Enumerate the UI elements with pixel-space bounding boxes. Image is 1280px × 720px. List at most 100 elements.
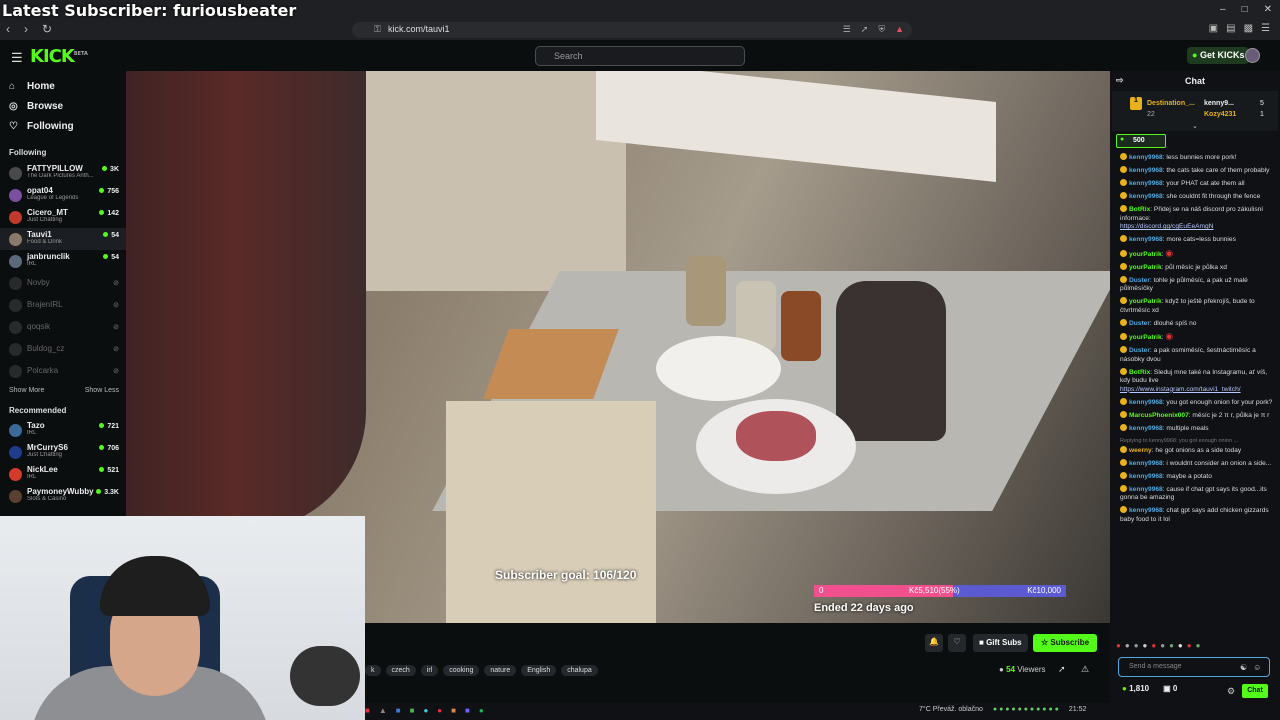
emoji-icon[interactable]: ☺: [1253, 663, 1261, 672]
leaderboard[interactable]: 1 Destination_... 22 kenny9... 5 Kozy423…: [1112, 91, 1278, 131]
browser-taskbar-icon[interactable]: ■: [365, 706, 370, 715]
sidebar-channel-mrcurrys6[interactable]: MrCurryS6 Just Chatting 706: [0, 441, 126, 463]
tag-chalupa[interactable]: chalupa: [561, 665, 598, 676]
hamburger-icon[interactable]: ☰: [11, 50, 23, 66]
emote-icon[interactable]: ●: [1187, 641, 1192, 650]
translate-icon[interactable]: ☰: [843, 24, 851, 35]
maximize-button[interactable]: □: [1242, 4, 1248, 15]
sidebar-channel-polcarka[interactable]: Polcarka ⊘: [0, 360, 126, 382]
app-taskbar-icon[interactable]: ▲: [379, 706, 387, 715]
chat-username[interactable]: kenny9968: [1129, 180, 1163, 187]
kicks-badge[interactable]: ● 500: [1116, 134, 1166, 148]
extension-icon[interactable]: ▣: [1209, 23, 1218, 34]
kicks-send-icon[interactable]: ☯: [1240, 663, 1247, 672]
expand-leaderboard-icon[interactable]: ⌄: [1192, 122, 1198, 130]
avatar[interactable]: [1245, 48, 1260, 63]
chat-username[interactable]: BotRix: [1129, 206, 1150, 213]
sidebar-channel-qoqsik[interactable]: qoqsik ⊘: [0, 316, 126, 338]
collapse-chat-icon[interactable]: ⇨: [1116, 75, 1124, 86]
sidebar-channel-brajenirl[interactable]: BrajenIRL ⊘: [0, 294, 126, 316]
chat-username[interactable]: kenny9968: [1129, 486, 1163, 493]
emote-icon[interactable]: ●: [1116, 641, 1121, 650]
tag-czech[interactable]: czech: [385, 665, 416, 676]
emote-icon[interactable]: ●: [1125, 641, 1130, 650]
emote-icon[interactable]: ●: [1143, 641, 1148, 650]
chat-username[interactable]: MarcusPhoenix007: [1129, 412, 1189, 419]
sidebar-channel-tauvi1[interactable]: Tauvi1 Food & Drink 54: [0, 228, 126, 250]
sidebar-channel-nicklee[interactable]: NickLee IRL 521: [0, 463, 126, 485]
tag-irl[interactable]: irl: [420, 665, 439, 676]
app-taskbar-icon[interactable]: ■: [410, 706, 415, 715]
app-taskbar-icon[interactable]: ●: [423, 706, 428, 715]
emote-icon[interactable]: ●: [1196, 641, 1201, 650]
app-taskbar-icon[interactable]: ■: [465, 706, 470, 715]
spotify-icon[interactable]: ●: [479, 706, 484, 715]
kick-logo[interactable]: KICKBETA: [30, 46, 88, 67]
app-taskbar-icon[interactable]: ■: [451, 706, 456, 715]
sidebar-channel-novby[interactable]: Novby ⊘: [0, 272, 126, 294]
tag-english[interactable]: English: [521, 665, 557, 676]
chat-username[interactable]: kenny9968: [1129, 399, 1163, 406]
emote-icon[interactable]: ●: [1151, 641, 1156, 650]
wallet-icon[interactable]: ▩: [1244, 23, 1253, 34]
search-input[interactable]: Search: [535, 46, 745, 66]
chat-link[interactable]: https://www.instagram.com/tauvi1_twitch/: [1120, 386, 1241, 393]
sidebar-item-home[interactable]: ⌂ Home: [0, 76, 126, 96]
sidebar-channel-janbrunclik[interactable]: janbrunclik IRL 54: [0, 250, 126, 272]
sidebar-channel-opat04[interactable]: opat04 League of Legends 756: [0, 184, 126, 206]
menu-icon[interactable]: ☰: [1261, 23, 1270, 34]
chat-username[interactable]: yourPatrik: [1129, 251, 1162, 258]
chat-username[interactable]: kenny9968: [1129, 154, 1163, 161]
chat-username[interactable]: kenny9968: [1129, 236, 1163, 243]
sidebar-item-browse[interactable]: ◎ Browse: [0, 96, 126, 116]
get-kicks-button[interactable]: ● Get KICKs: [1187, 47, 1250, 64]
chat-username[interactable]: kenny9968: [1129, 167, 1163, 174]
chat-username[interactable]: Duster: [1129, 277, 1150, 284]
chat-username[interactable]: Duster: [1129, 320, 1150, 327]
chat-username[interactable]: kenny9968: [1129, 425, 1163, 432]
back-icon[interactable]: ‹: [6, 22, 10, 36]
emote-icon[interactable]: ●: [1160, 641, 1165, 650]
tag-k[interactable]: k: [365, 665, 381, 676]
chat-username[interactable]: BotRix: [1129, 369, 1150, 376]
address-bar[interactable]: ⚿ kick.com/tauvi1 ☰ ➚ ⛨ ▲: [352, 22, 912, 38]
heart-follow-icon[interactable]: ♡: [948, 634, 966, 652]
app-taskbar-icon[interactable]: ■: [396, 706, 401, 715]
show-more-button[interactable]: Show More: [9, 387, 44, 394]
show-less-button[interactable]: Show Less: [85, 387, 119, 394]
minimize-button[interactable]: –: [1220, 4, 1226, 15]
chat-username[interactable]: yourPatrik: [1129, 264, 1162, 271]
chat-username[interactable]: kenny9968: [1129, 193, 1163, 200]
emote-icon[interactable]: ●: [1178, 641, 1183, 650]
clock[interactable]: 21:52: [1069, 706, 1087, 713]
shield-icon[interactable]: ⛨: [878, 24, 885, 35]
sidebar-icon[interactable]: ▤: [1226, 23, 1235, 34]
share-icon[interactable]: ➚: [1058, 664, 1066, 675]
chat-username[interactable]: weerny: [1129, 447, 1152, 454]
tray-icons[interactable]: ● ● ● ● ● ● ● ● ● ● ●: [993, 706, 1059, 713]
kicks-balance[interactable]: ● 1,810: [1122, 684, 1149, 693]
app-taskbar-icon[interactable]: ●: [437, 706, 442, 715]
send-chat-button[interactable]: Chat: [1242, 684, 1268, 698]
report-icon[interactable]: ⚠: [1081, 664, 1089, 675]
chat-username[interactable]: kenny9968: [1129, 473, 1163, 480]
chat-link[interactable]: https://discord.gg/cgEuEeAmgN: [1120, 223, 1213, 230]
chat-username[interactable]: yourPatrik: [1129, 298, 1162, 305]
sidebar-channel-paymoneywubby[interactable]: PaymoneyWubby Slots & Casino 3.3K: [0, 485, 126, 507]
sidebar-channel-tazo[interactable]: Tazo IRL 721: [0, 419, 126, 441]
sidebar-item-following[interactable]: ♡ Following: [0, 116, 126, 136]
tag-nature[interactable]: nature: [484, 665, 517, 676]
chat-username[interactable]: kenny9968: [1129, 507, 1163, 514]
sidebar-channel-cicero_mt[interactable]: Cicero_MT Just Chatting 142: [0, 206, 126, 228]
forward-icon[interactable]: ›: [24, 22, 28, 36]
reload-icon[interactable]: ↻: [42, 22, 52, 36]
alert-icon[interactable]: ▲: [895, 24, 904, 35]
close-button[interactable]: ✕: [1264, 4, 1272, 15]
subscribe-button[interactable]: ☆ Subscribe: [1033, 634, 1098, 652]
chat-username[interactable]: kenny9968: [1129, 460, 1163, 467]
sidebar-channel-buldog_cz[interactable]: Buldog_cz ⊘: [0, 338, 126, 360]
chat-username[interactable]: yourPatrik: [1129, 334, 1162, 341]
tag-cooking[interactable]: cooking: [443, 665, 480, 676]
weather-widget[interactable]: 7°C Převáž. oblačno: [919, 706, 983, 713]
points-balance[interactable]: ▣ 0: [1163, 684, 1177, 693]
